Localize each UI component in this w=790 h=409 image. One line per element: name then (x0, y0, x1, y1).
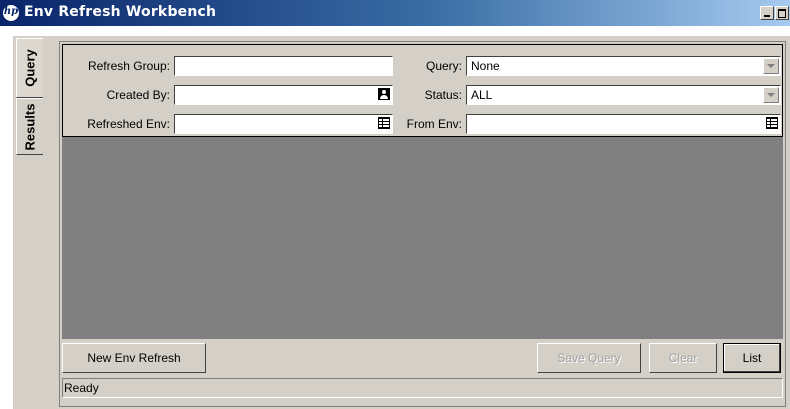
created-by-input[interactable] (174, 85, 393, 105)
dropdown-arrow-icon[interactable] (763, 87, 779, 103)
hp-logo-icon: hp (2, 4, 20, 22)
title-bar[interactable]: hp Env Refresh Workbench (0, 0, 790, 26)
clear-button[interactable]: Clear (649, 343, 717, 373)
list-picker-icon[interactable] (378, 117, 390, 129)
tab-query[interactable]: Query (16, 38, 43, 98)
new-env-refresh-button[interactable]: New Env Refresh (62, 343, 206, 373)
tab-results-label: Results (22, 103, 38, 150)
tab-results[interactable]: Results (16, 98, 43, 155)
results-area (62, 137, 783, 339)
refreshed-env-label: Refreshed Env: (87, 117, 170, 131)
minimize-icon[interactable] (760, 6, 774, 20)
status-select[interactable]: ALL (466, 85, 781, 105)
person-picker-icon[interactable] (378, 88, 390, 100)
maximize-icon[interactable] (775, 6, 789, 20)
list-picker-icon[interactable] (766, 117, 778, 129)
window-title: Env Refresh Workbench (24, 4, 217, 20)
created-by-label: Created By: (106, 88, 170, 102)
save-query-button[interactable]: Save Query (537, 343, 641, 373)
query-select[interactable]: None (466, 56, 781, 76)
query-label: Query: (425, 59, 462, 73)
status-label: Status: (424, 88, 462, 102)
dropdown-arrow-icon[interactable] (763, 58, 779, 74)
tab-query-label: Query (22, 49, 38, 87)
refresh-group-input[interactable] (174, 56, 393, 76)
from-env-input[interactable] (466, 114, 781, 134)
refreshed-env-input[interactable] (174, 114, 393, 134)
from-env-label: From Env: (406, 117, 462, 131)
list-button[interactable]: List (723, 343, 781, 373)
status-bar: Ready (62, 378, 783, 398)
refresh-group-label: Refresh Group: (87, 59, 170, 73)
